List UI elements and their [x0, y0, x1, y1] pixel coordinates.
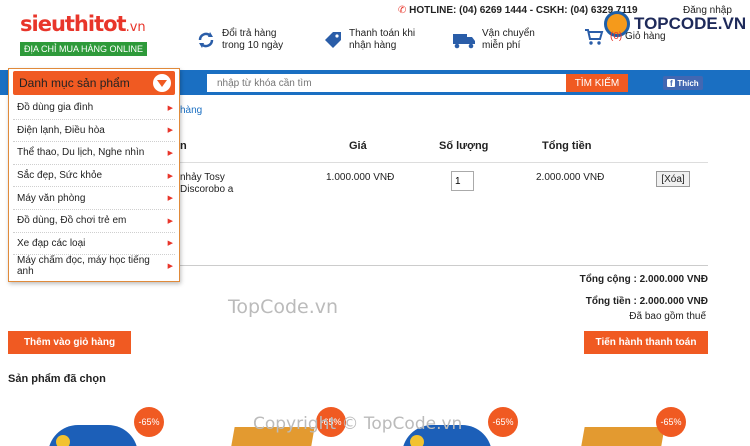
caret-right-icon: ▶: [167, 263, 173, 271]
category-item[interactable]: Sắc đẹp, Sức khỏe ▶: [13, 165, 175, 188]
quantity-input[interactable]: [451, 171, 474, 191]
cart-icon: [585, 29, 604, 45]
checkout-button[interactable]: Tiến hành thanh toán: [584, 331, 708, 354]
refresh-icon: [198, 32, 214, 48]
divider: [180, 162, 708, 163]
product-image: [579, 427, 665, 446]
cart-subtotal: Tổng cộng : 2.000.000 VNĐ: [579, 274, 708, 285]
cart-total: Tổng tiền : 2.000.000 VNĐ: [585, 296, 708, 307]
breadcrumb[interactable]: hàng: [180, 105, 202, 116]
cart-item-name[interactable]: nhảy Tosy Discorobo a: [180, 172, 270, 196]
category-item[interactable]: Điện lạnh, Điều hòa ▶: [13, 120, 175, 143]
caret-right-icon: ▶: [167, 104, 173, 112]
category-item[interactable]: Thể thao, Du lịch, Nghe nhìn ▶: [13, 142, 175, 165]
caret-right-icon: ▶: [167, 127, 173, 135]
facebook-like-button[interactable]: f Thích: [663, 76, 703, 90]
caret-right-icon: ▶: [167, 217, 173, 225]
watermark: TopCode.vn: [228, 296, 339, 318]
logo-text: sieuthitot.vn: [20, 12, 146, 36]
chevron-down-icon: [153, 74, 171, 92]
truck-icon: [453, 34, 475, 49]
discount-badge: -65%: [656, 407, 686, 437]
price-tag-icon: [325, 32, 341, 48]
category-dropdown: Danh mục sản phẩm Đồ dùng gia đình ▶ Điện…: [8, 68, 180, 282]
column-header-total: Tổng tiền: [542, 140, 592, 152]
discount-badge: -65%: [488, 407, 518, 437]
caret-right-icon: ▶: [167, 149, 173, 157]
cart-item-price: 1.000.000 VNĐ: [326, 172, 395, 183]
hotline: ✆ HOTLINE: (04) 6269 1444 - CSKH: (04) 6…: [398, 5, 638, 16]
category-item[interactable]: Xe đạp các loại ▶: [13, 233, 175, 256]
logo-tagline: ĐỊA CHỈ MUA HÀNG ONLINE: [20, 42, 148, 56]
search-input[interactable]: [207, 74, 566, 92]
category-item[interactable]: Đồ dùng gia đình ▶: [13, 97, 175, 120]
feature-shipping[interactable]: Vận chuyển miễn phí: [452, 28, 535, 52]
add-to-cart-button[interactable]: Thêm vào giỏ hàng: [8, 331, 131, 354]
product-image: [48, 425, 138, 446]
product-card[interactable]: -65%: [28, 405, 168, 446]
feature-return[interactable]: Đổi trả hàng trong 10 ngày: [196, 28, 283, 52]
delete-item-button[interactable]: [Xóa]: [656, 171, 690, 187]
caret-right-icon: ▶: [167, 172, 173, 180]
cart-link[interactable]: (0) Giỏ hàng: [584, 28, 666, 46]
category-dropdown-toggle[interactable]: Danh mục sản phẩm: [13, 71, 175, 95]
copyright-watermark: Copyright © TopCode.vn: [253, 414, 463, 434]
feature-cod[interactable]: Thanh toán khi nhận hàng: [323, 28, 415, 52]
facebook-icon: f: [667, 79, 676, 88]
column-header-name: n: [180, 140, 187, 152]
site-logo[interactable]: sieuthitot.vn ĐỊA CHỈ MUA HÀNG ONLINE: [20, 12, 148, 56]
cart-count: (0): [610, 31, 623, 42]
discount-badge: -65%: [134, 407, 164, 437]
section-title: Sản phẩm đã chọn: [8, 373, 106, 385]
phone-icon: ✆: [398, 5, 407, 16]
column-header-price: Giá: [349, 140, 367, 152]
column-header-quantity: Số lượng: [439, 140, 489, 152]
category-item[interactable]: Máy văn phòng ▶: [13, 187, 175, 210]
caret-right-icon: ▶: [167, 240, 173, 248]
category-list: Đồ dùng gia đình ▶ Điện lạnh, Điều hòa ▶ T…: [13, 97, 175, 278]
cart-item-total: 2.000.000 VNĐ: [536, 172, 605, 183]
category-item[interactable]: Máy chấm đọc, máy học tiếng anh ▶: [13, 255, 175, 278]
category-item[interactable]: Đồ dùng, Đồ chơi trẻ em ▶: [13, 210, 175, 233]
search-button[interactable]: TÌM KIẾM: [566, 74, 628, 92]
product-card[interactable]: -65%: [560, 405, 700, 446]
tax-note: Đã bao gồm thuế: [629, 311, 706, 322]
caret-right-icon: ▶: [167, 195, 173, 203]
